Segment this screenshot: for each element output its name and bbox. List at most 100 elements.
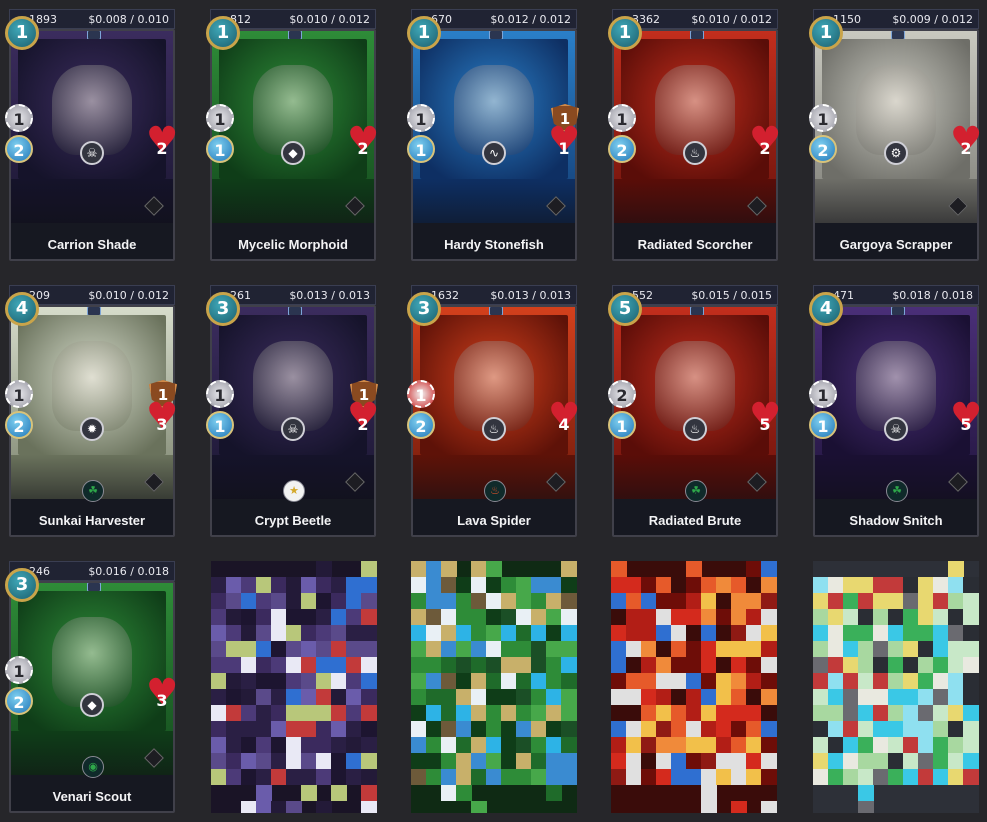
mosaic-pixel <box>271 657 287 673</box>
mosaic-pixel <box>471 561 487 577</box>
mosaic-pixel <box>948 625 964 641</box>
flame-icon: ♨ <box>484 480 506 502</box>
mosaic-pixel <box>256 753 272 769</box>
mosaic-pixel <box>716 609 732 625</box>
mosaic-pixel <box>411 561 427 577</box>
mosaic-pixel <box>441 689 457 705</box>
mosaic-pixel <box>716 625 732 641</box>
mosaic-pixel <box>441 561 457 577</box>
mosaic-pixel <box>813 673 829 689</box>
skull-icon: ☠ <box>80 141 104 165</box>
mosaic-pixel <box>611 705 627 721</box>
mosaic-pixel <box>626 673 642 689</box>
mosaic-pixel <box>531 689 547 705</box>
mosaic-pixel <box>531 625 547 641</box>
mosaic-pixel <box>858 801 874 813</box>
mosaic-pixel <box>316 737 332 753</box>
mosaic-pixel <box>241 705 257 721</box>
mosaic-pixel <box>546 705 562 721</box>
mosaic-pixel <box>561 673 577 689</box>
pixelated-card[interactable] <box>411 561 577 813</box>
skull-icon: ☠ <box>884 417 908 441</box>
leaf-icon: ☘ <box>82 480 104 502</box>
attack-stat: 1 <box>407 104 435 132</box>
mosaic-pixel <box>716 737 732 753</box>
mosaic-pixel <box>226 673 242 689</box>
mosaic-pixel <box>686 673 702 689</box>
attack-stat: 1 <box>407 380 435 408</box>
mosaic-pixel <box>746 593 762 609</box>
mosaic-pixel <box>701 641 717 657</box>
mosaic-pixel <box>888 705 904 721</box>
mosaic-pixel <box>241 577 257 593</box>
health-stat: 2 <box>347 403 379 439</box>
mana-cost-badge: 3 <box>206 292 240 326</box>
mosaic-pixel <box>813 753 829 769</box>
mosaic-pixel <box>241 673 257 689</box>
mosaic-pixel <box>441 657 457 673</box>
mosaic-pixel <box>486 577 502 593</box>
mosaic-pixel <box>671 593 687 609</box>
monster-card[interactable]: ⌵ 261 $0.013 / 0.013 3 1 1 2 1 ☠ ★ Crypt… <box>206 285 379 537</box>
shield-icon: ◆ <box>281 141 305 165</box>
health-stat: 1 <box>548 127 580 163</box>
mosaic-pixel <box>843 769 859 785</box>
pixelated-card[interactable] <box>211 561 377 813</box>
mosaic-pixel <box>918 609 934 625</box>
monster-card[interactable]: ⌵ 552 $0.015 / 0.015 5 2 1 5 ♨ ☘ Radiate… <box>608 285 781 537</box>
mosaic-pixel <box>813 737 829 753</box>
mosaic-pixel <box>426 737 442 753</box>
mosaic-pixel <box>226 721 242 737</box>
mosaic-pixel <box>256 737 272 753</box>
mosaic-pixel <box>843 705 859 721</box>
mosaic-pixel <box>211 673 227 689</box>
mosaic-pixel <box>361 689 377 705</box>
mosaic-pixel <box>211 689 227 705</box>
mosaic-pixel <box>426 641 442 657</box>
monster-card[interactable]: ⌵ 209 $0.010 / 0.012 4 1 2 3 1 ✹ ☘ Sunka… <box>5 285 178 537</box>
mosaic-pixel <box>426 609 442 625</box>
mosaic-pixel <box>813 657 829 673</box>
mosaic-pixel <box>346 577 362 593</box>
monster-card[interactable]: ⌵ 1632 $0.013 / 0.013 3 1 2 4 ♨ ♨ Lava S… <box>407 285 580 537</box>
mosaic-pixel <box>516 593 532 609</box>
mosaic-pixel <box>346 753 362 769</box>
monster-card[interactable]: ⌵ 1893 $0.008 / 0.010 1 1 2 2 ☠ Carrion … <box>5 9 178 261</box>
mosaic-pixel <box>546 689 562 705</box>
mosaic-pixel <box>456 769 472 785</box>
mosaic-pixel <box>671 625 687 641</box>
mosaic-pixel <box>286 609 302 625</box>
mosaic-pixel <box>286 641 302 657</box>
mosaic-pixel <box>731 721 747 737</box>
mana-cost-badge: 1 <box>5 16 39 50</box>
mosaic-pixel <box>813 577 829 593</box>
monster-card[interactable]: ⌵ 670 $0.012 / 0.012 1 1 1 1 1 ∿ Hardy S… <box>407 9 580 261</box>
mosaic-pixel <box>656 705 672 721</box>
mosaic-pixel <box>963 769 979 785</box>
mosaic-pixel <box>301 609 317 625</box>
monster-card[interactable]: ⌵ 812 $0.010 / 0.012 1 1 1 2 ◆ Mycelic M… <box>206 9 379 261</box>
mosaic-pixel <box>828 737 844 753</box>
pixelated-card[interactable] <box>611 561 777 813</box>
mosaic-pixel <box>746 657 762 673</box>
monster-card[interactable]: ⌵ 1150 $0.009 / 0.012 1 1 2 2 ⚙ Gargoya … <box>809 9 982 261</box>
monster-card[interactable]: ⌵ 3362 $0.010 / 0.012 1 1 2 2 ♨ Radiated… <box>608 9 781 261</box>
mosaic-pixel <box>211 737 227 753</box>
mosaic-pixel <box>211 769 227 785</box>
mosaic-pixel <box>903 593 919 609</box>
mosaic-pixel <box>301 689 317 705</box>
mosaic-pixel <box>456 737 472 753</box>
mosaic-pixel <box>828 753 844 769</box>
monster-card[interactable]: ⌵ 246 $0.016 / 0.018 3 1 2 3 ◆ ◉ Venari … <box>5 561 178 813</box>
mosaic-pixel <box>873 737 889 753</box>
mosaic-pixel <box>701 705 717 721</box>
mosaic-pixel <box>331 737 347 753</box>
mosaic-pixel <box>933 689 949 705</box>
mosaic-pixel <box>256 801 272 813</box>
mosaic-pixel <box>531 609 547 625</box>
attack-stat: 1 <box>809 104 837 132</box>
pixelated-card[interactable] <box>813 561 979 813</box>
mosaic-pixel <box>316 801 332 813</box>
monster-card[interactable]: ⌵ 471 $0.018 / 0.018 4 1 1 5 ☠ ☘ Shadow … <box>809 285 982 537</box>
mosaic-pixel <box>361 657 377 673</box>
